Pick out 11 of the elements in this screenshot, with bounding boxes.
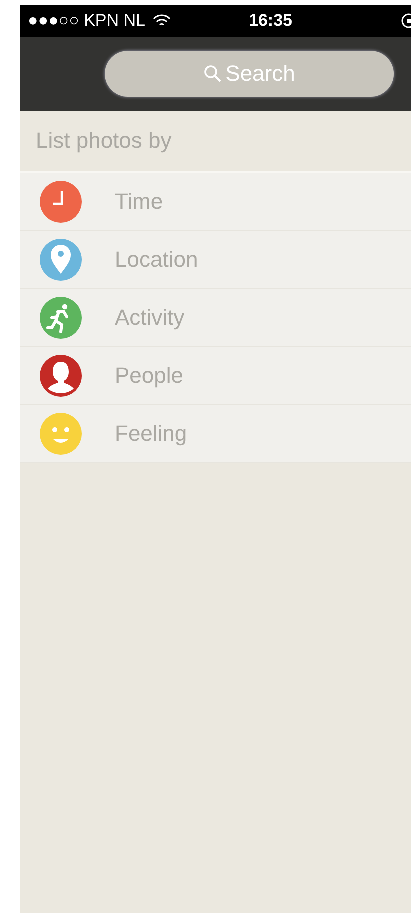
list-item[interactable]: Activity: [20, 289, 411, 347]
list-item[interactable]: People: [20, 347, 411, 405]
search-field[interactable]: Search: [105, 51, 394, 97]
wifi-icon: [153, 14, 172, 28]
list-item[interactable]: Feeling: [20, 405, 411, 463]
list-item[interactable]: Time: [20, 173, 411, 231]
search-icon: [204, 65, 222, 83]
list-item[interactable]: Location: [20, 231, 411, 289]
status-time: 16:35: [249, 11, 292, 31]
carrier-signal: ●●●○○ KPN NL: [28, 11, 146, 31]
search-placeholder: Search: [226, 61, 296, 87]
